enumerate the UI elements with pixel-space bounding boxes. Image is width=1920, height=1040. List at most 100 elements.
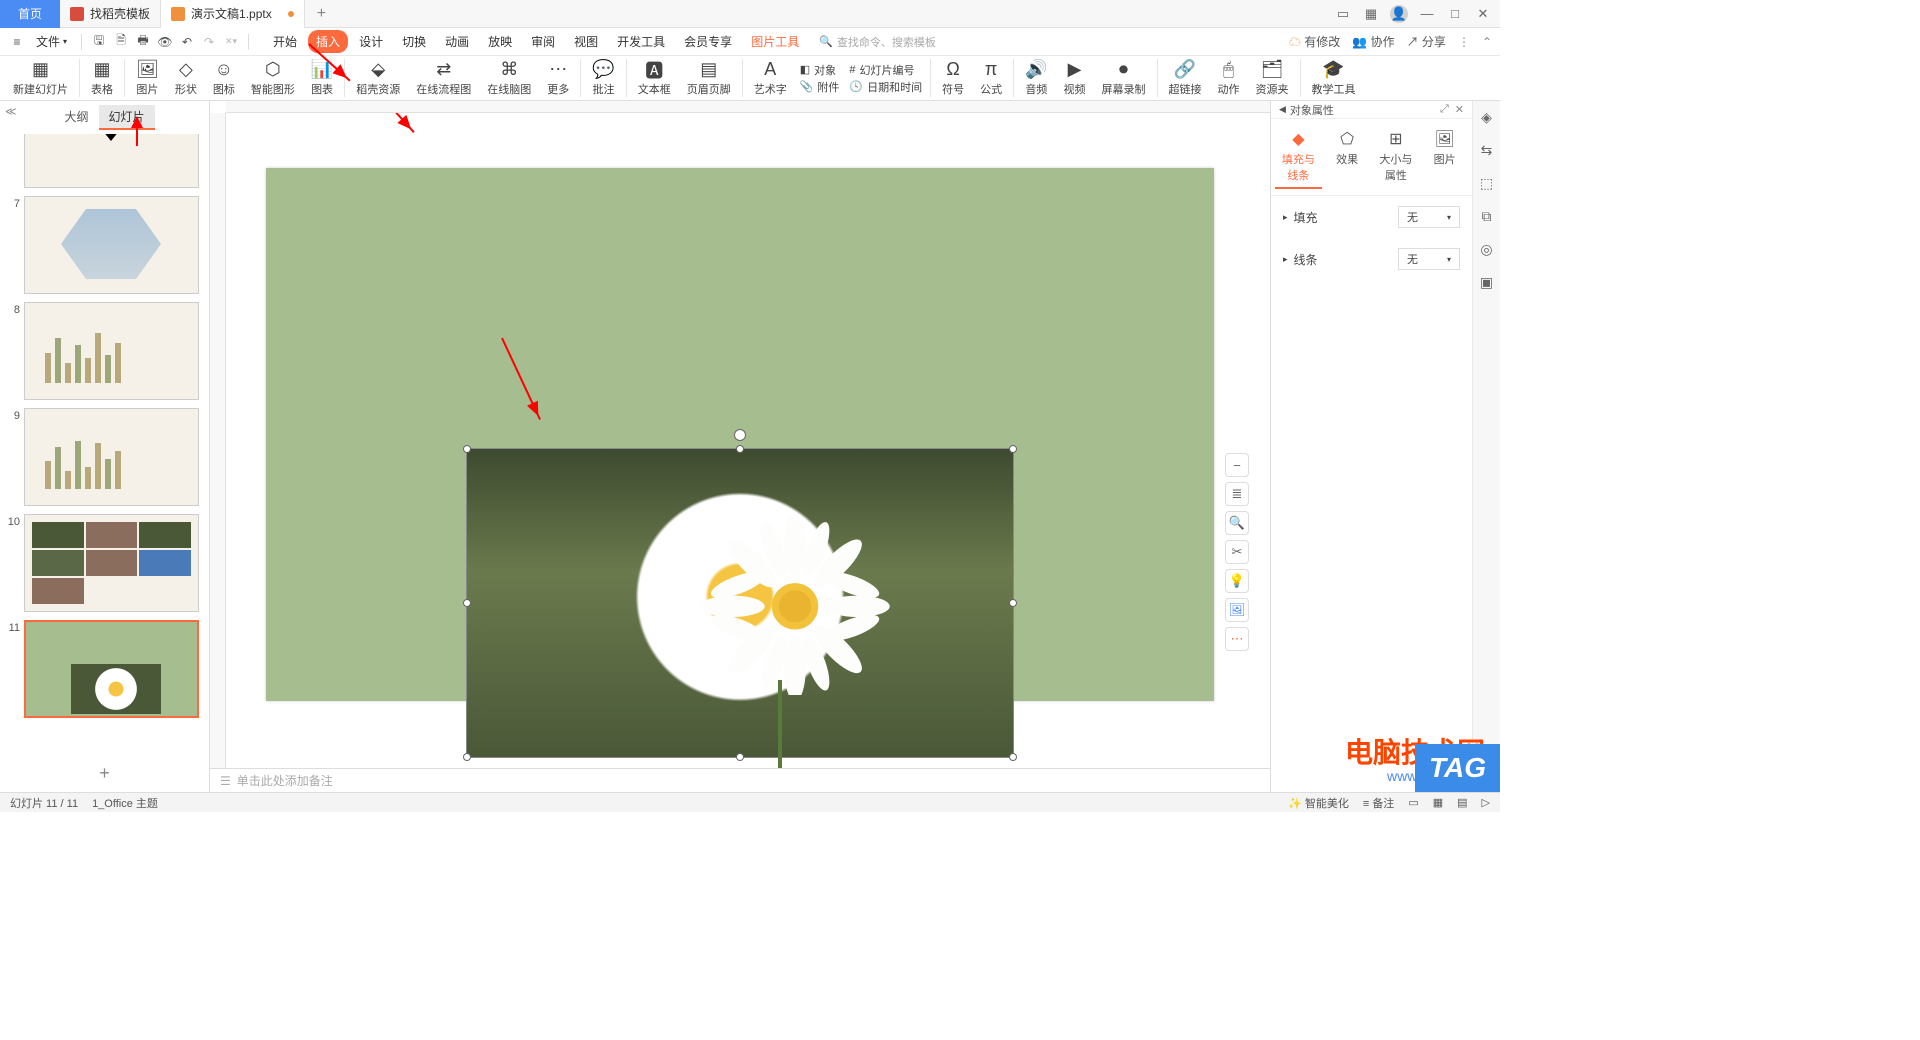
more-button[interactable]: ⋯更多	[540, 60, 576, 97]
file-menu[interactable]: 文件▾	[30, 30, 73, 53]
slide-thumb-10[interactable]	[24, 514, 199, 612]
apps-icon[interactable]: ▦	[1362, 5, 1380, 23]
print-icon[interactable]: 🖶	[134, 33, 152, 51]
notes-toggle[interactable]: ≡ 备注	[1363, 795, 1394, 811]
hyperlink-button[interactable]: 🔗超链接	[1162, 60, 1209, 97]
layout-icon[interactable]: ▭	[1334, 5, 1352, 23]
resize-handle-s[interactable]	[736, 753, 744, 761]
selected-picture[interactable]	[466, 448, 1014, 758]
new-slide-button[interactable]: ▦新建幻灯片	[6, 60, 75, 97]
tab-member[interactable]: 会员专享	[676, 30, 740, 53]
tab-animation[interactable]: 动画	[437, 30, 477, 53]
undo-icon[interactable]: ↶	[178, 33, 196, 51]
action-button[interactable]: 🖱动作	[1211, 60, 1247, 97]
tab-transition[interactable]: 切换	[394, 30, 434, 53]
print-preview-icon[interactable]: 👁	[156, 33, 174, 51]
collapse-panel-icon[interactable]: ≪	[5, 105, 17, 118]
tab-devtools[interactable]: 开发工具	[609, 30, 673, 53]
props-tab-fill[interactable]: ◆填充与线条	[1275, 125, 1322, 189]
tab-review[interactable]: 审阅	[523, 30, 563, 53]
unsaved-indicator[interactable]: ☁ 有修改	[1289, 33, 1340, 50]
slides-tab[interactable]: 幻灯片	[99, 105, 155, 130]
tab-add[interactable]: +	[305, 5, 338, 23]
save-icon[interactable]: 🖫	[90, 33, 108, 51]
wordart-button[interactable]: A艺术字	[747, 60, 794, 97]
tab-picture-tools[interactable]: 图片工具	[743, 30, 807, 53]
share-button[interactable]: ↗ 分享	[1407, 33, 1446, 50]
tab-design[interactable]: 设计	[351, 30, 391, 53]
slide-viewport[interactable]: − ≣ 🔍 ✂ 💡 🖼 ⋯	[226, 113, 1270, 768]
beautify-button[interactable]: ✨ 智能美化	[1288, 795, 1349, 811]
screen-record-button[interactable]: ⏺屏幕录制	[1095, 60, 1153, 97]
float-zoom-button[interactable]: 🔍	[1225, 511, 1249, 535]
smartart-button[interactable]: ⬡智能图形	[244, 60, 302, 97]
fill-section[interactable]: ▸填充 无▾	[1271, 196, 1472, 238]
maximize-button[interactable]: □	[1446, 5, 1464, 23]
fill-select[interactable]: 无▾	[1398, 206, 1460, 228]
float-replace-button[interactable]: 🖼	[1225, 598, 1249, 622]
slide-thumb-8[interactable]	[24, 302, 199, 400]
side-select-icon[interactable]: ⬚	[1480, 175, 1493, 192]
resize-handle-nw[interactable]	[463, 445, 471, 453]
audio-button[interactable]: 🔊音频	[1018, 60, 1054, 97]
formula-button[interactable]: π公式	[973, 60, 1009, 97]
textbox-button[interactable]: 🅰文本框	[631, 60, 678, 97]
menu-more-icon[interactable]: ⋮	[1458, 35, 1470, 49]
view-normal-icon[interactable]: ▭	[1408, 796, 1418, 809]
outline-tab[interactable]: 大纲	[54, 105, 98, 130]
float-crop-button[interactable]: ✂	[1225, 540, 1249, 564]
resize-handle-sw[interactable]	[463, 753, 471, 761]
float-layers-button[interactable]: ≣	[1225, 482, 1249, 506]
props-tab-size[interactable]: ⊞大小与属性	[1373, 125, 1420, 189]
slide-canvas[interactable]: − ≣ 🔍 ✂ 💡 🖼 ⋯	[266, 168, 1214, 701]
picture-button[interactable]: 🖼图片	[129, 60, 166, 97]
resize-handle-e[interactable]	[1009, 599, 1017, 607]
view-reading-icon[interactable]: ▤	[1457, 796, 1467, 809]
tab-home[interactable]: 首页	[0, 0, 60, 28]
tab-view[interactable]: 视图	[566, 30, 606, 53]
view-sorter-icon[interactable]: ▦	[1433, 796, 1443, 809]
symbol-button[interactable]: Ω符号	[935, 60, 971, 97]
comment-button[interactable]: 💬批注	[585, 60, 621, 97]
slide-thumb-9[interactable]	[24, 408, 199, 506]
side-diamond-icon[interactable]: ◈	[1481, 109, 1492, 126]
close-button[interactable]: ✕	[1474, 5, 1492, 23]
resource-button[interactable]: 🗂资源夹	[1249, 60, 1296, 97]
side-settings-icon[interactable]: ⇆	[1481, 142, 1493, 159]
slide-thumb-11-active[interactable]	[24, 620, 199, 718]
user-avatar-icon[interactable]: 👤	[1390, 5, 1408, 23]
header-footer-button[interactable]: ▤页眉页脚	[680, 60, 738, 97]
thumbnail-list[interactable]: 7 8 9 10 11	[0, 134, 209, 755]
resize-handle-ne[interactable]	[1009, 445, 1017, 453]
table-button[interactable]: ▦表格	[84, 60, 120, 97]
tab-document-active[interactable]: 演示文稿1.pptx	[161, 0, 305, 28]
resize-handle-n[interactable]	[736, 445, 744, 453]
save-as-icon[interactable]: 🗎	[112, 33, 130, 51]
props-tab-effect[interactable]: ⬠效果	[1324, 125, 1371, 189]
flowchart-button[interactable]: ⇄在线流程图	[409, 60, 478, 97]
collapse-ribbon-icon[interactable]: ⌃	[1482, 35, 1492, 49]
side-location-icon[interactable]: ◎	[1480, 241, 1492, 258]
line-select[interactable]: 无▾	[1398, 248, 1460, 270]
slide-thumb-7[interactable]	[24, 196, 199, 294]
props-tab-picture[interactable]: 🖼图片	[1421, 125, 1468, 189]
qat-more-icon[interactable]: ✕▾	[222, 33, 240, 51]
mindmap-button[interactable]: ⌘在线脑图	[480, 60, 538, 97]
slide-thumb[interactable]	[24, 134, 199, 188]
edutool-button[interactable]: 🎓教学工具	[1305, 60, 1363, 97]
float-idea-button[interactable]: 💡	[1225, 569, 1249, 593]
line-section[interactable]: ▸线条 无▾	[1271, 238, 1472, 280]
notes-area[interactable]: ☰ 单击此处添加备注	[210, 768, 1270, 792]
tab-template-store[interactable]: 找稻壳模板	[60, 0, 161, 28]
docer-resource-button[interactable]: ⬙稻壳资源	[349, 60, 407, 97]
pin-icon[interactable]: ⤢	[1440, 103, 1449, 116]
close-panel-icon[interactable]: ✕	[1455, 103, 1464, 116]
view-slideshow-icon[interactable]: ▷	[1482, 796, 1490, 809]
float-more-button[interactable]: ⋯	[1225, 627, 1249, 651]
command-search[interactable]: 🔍 查找命令、搜索模板	[819, 34, 936, 50]
rotate-handle[interactable]	[734, 429, 746, 441]
collaborate-button[interactable]: 👥 协作	[1352, 33, 1394, 50]
resize-handle-se[interactable]	[1009, 753, 1017, 761]
tab-start[interactable]: 开始	[265, 30, 305, 53]
video-button[interactable]: ▶视频	[1057, 60, 1093, 97]
